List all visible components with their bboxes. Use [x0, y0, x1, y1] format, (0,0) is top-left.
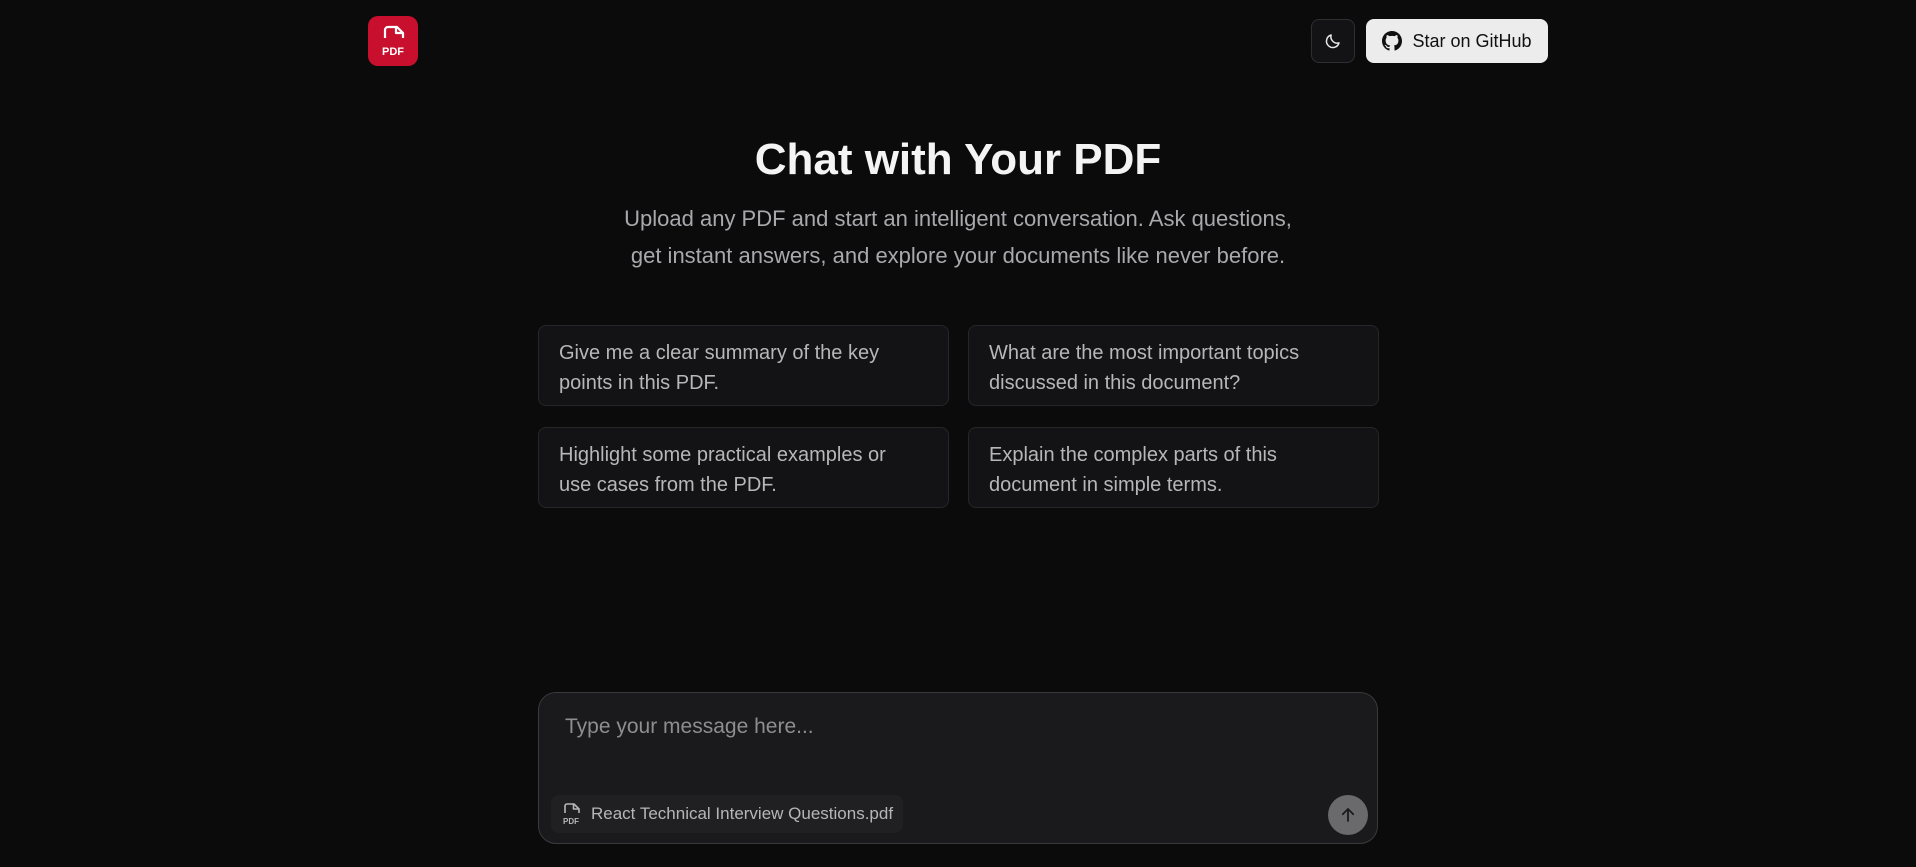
suggestion-text: What are the most important topics: [989, 342, 1300, 364]
page-title: Chat with Your PDF: [754, 135, 1162, 184]
suggestion-text: Give me a clear summary of the key: [559, 342, 880, 364]
star-on-github-button[interactable]: Star on GitHub: [1366, 19, 1548, 63]
suggestion-text: document in simple terms.: [989, 474, 1223, 496]
suggestion-card-explain[interactable]: Explain the complex parts of this docume…: [968, 427, 1379, 508]
message-composer: PDF React Technical Interview Questions.…: [538, 692, 1378, 844]
attached-file-chip[interactable]: PDF React Technical Interview Questions.…: [551, 795, 904, 833]
suggestion-card-examples[interactable]: Highlight some practical examples or use…: [538, 427, 949, 508]
suggestion-text: Highlight some practical examples or: [559, 444, 886, 466]
message-input[interactable]: [563, 713, 1347, 777]
subtitle-line: get instant answers, and explore your do…: [630, 243, 1286, 268]
suggestion-text: Explain the complex parts of this: [989, 444, 1277, 466]
app-page: PDF Star on GitHub Chat with Your PDF Up…: [0, 0, 1916, 867]
send-button[interactable]: [1328, 795, 1368, 835]
suggestion-card-topics[interactable]: What are the most important topics discu…: [968, 325, 1379, 406]
pdf-file-icon: PDF: [563, 803, 580, 826]
arrow-up-icon: [1341, 808, 1355, 822]
pdf-file-icon: PDF: [382, 25, 404, 58]
attached-file-name: React Technical Interview Questions.pdf: [591, 804, 894, 823]
pdf-logo[interactable]: PDF: [368, 16, 418, 66]
suggestion-text: use cases from the PDF.: [559, 474, 777, 496]
subtitle-line: Upload any PDF and start an intelligent …: [624, 206, 1292, 231]
logo-text: PDF: [382, 46, 404, 58]
page-subtitle: Upload any PDF and start an intelligent …: [590, 200, 1326, 274]
suggestion-card-summary[interactable]: Give me a clear summary of the key point…: [538, 325, 949, 406]
svg-text:PDF: PDF: [563, 817, 579, 826]
github-icon: [1382, 31, 1403, 51]
suggestion-text: discussed in this document?: [989, 372, 1241, 394]
moon-icon: [1325, 34, 1340, 49]
suggestion-text: points in this PDF.: [559, 372, 720, 394]
github-button-label: Star on GitHub: [1412, 30, 1532, 51]
theme-toggle-button[interactable]: [1311, 19, 1355, 63]
